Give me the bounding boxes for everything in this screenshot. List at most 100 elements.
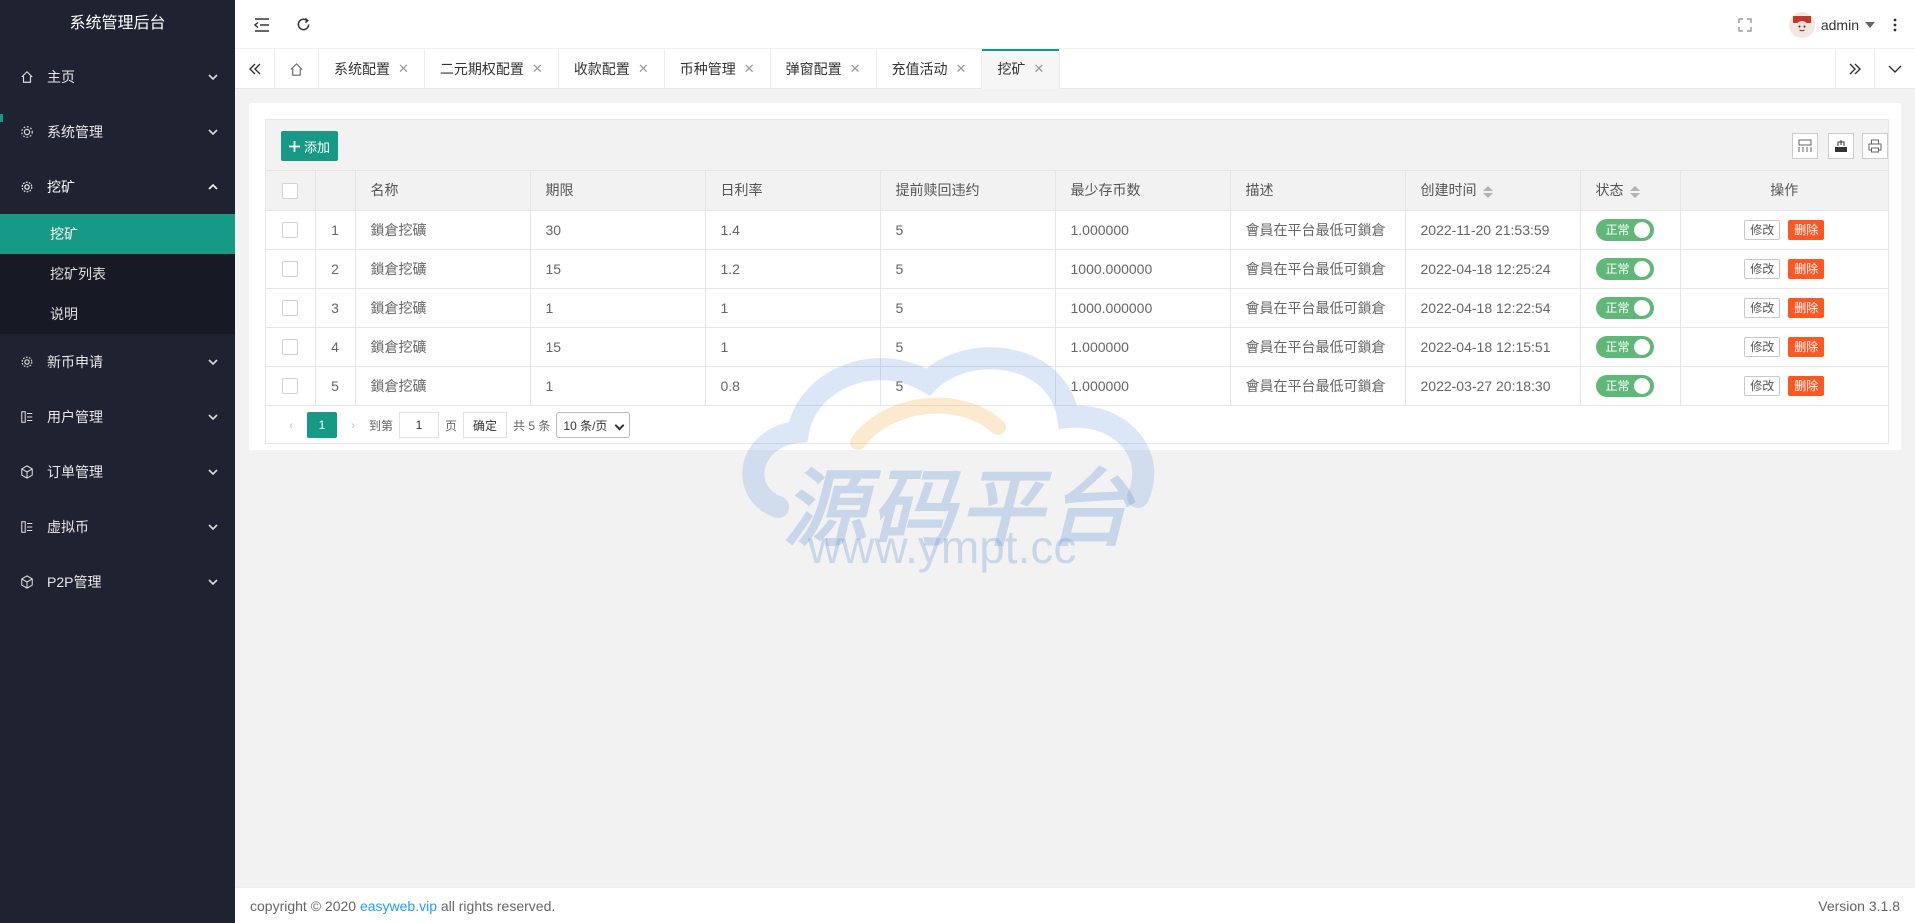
tab-coin-management[interactable]: 币种管理 ✕	[665, 49, 771, 89]
add-button[interactable]: 添加	[281, 131, 339, 161]
status-toggle[interactable]: 正常	[1595, 335, 1654, 358]
table-card: 添加 名称 期限 日利率 提前赎回违约 最少存币数 描述 创建时间 状态 操作 …	[249, 103, 1901, 450]
row-checkbox[interactable]	[282, 300, 299, 317]
cell-penalty: 5	[879, 366, 1056, 406]
main-content: 添加 名称 期限 日利率 提前赎回违约 最少存币数 描述 创建时间 状态 操作 …	[235, 89, 1915, 887]
col-header-created[interactable]: 创建时间	[1404, 171, 1581, 211]
delete-button[interactable]: 删除	[1788, 336, 1825, 357]
edit-button[interactable]: 修改	[1744, 219, 1781, 240]
delete-button[interactable]: 删除	[1788, 375, 1825, 396]
edit-button[interactable]: 修改	[1744, 375, 1781, 396]
sort-icon[interactable]	[1629, 185, 1640, 199]
table-toolbar: 添加	[266, 120, 1888, 171]
close-icon[interactable]: ✕	[956, 61, 967, 77]
sidebar-item-mining[interactable]: 挖矿	[0, 159, 235, 214]
export-button[interactable]	[1828, 133, 1854, 159]
close-icon[interactable]: ✕	[850, 61, 861, 77]
watermark-text: 源码平台	[783, 460, 1136, 558]
row-checkbox[interactable]	[282, 261, 299, 278]
delete-button[interactable]: 删除	[1788, 258, 1825, 279]
tab-home[interactable]	[275, 49, 319, 89]
tab-payment-config[interactable]: 收款配置 ✕	[559, 49, 665, 89]
sidebar-item-orders[interactable]: 订单管理	[0, 444, 235, 499]
tab-mining[interactable]: 挖矿 ✕	[982, 49, 1061, 89]
tabs-scroll-left-button[interactable]	[235, 49, 275, 89]
more-button[interactable]	[1875, 0, 1915, 49]
goto-confirm-button[interactable]: 确定	[463, 412, 508, 438]
sidebar-subitem-mining-list[interactable]: 挖矿列表	[0, 254, 235, 294]
status-label: 正常	[1605, 340, 1630, 354]
status-toggle[interactable]: 正常	[1595, 218, 1654, 241]
tab-recharge-activity[interactable]: 充值活动 ✕	[877, 49, 983, 89]
add-button-label: 添加	[304, 139, 331, 155]
status-toggle[interactable]: 正常	[1595, 296, 1654, 319]
row-index: 3	[314, 288, 356, 328]
row-checkbox[interactable]	[282, 339, 299, 356]
close-icon[interactable]: ✕	[638, 61, 649, 77]
cell-min: 1.000000	[1054, 366, 1231, 406]
status-toggle[interactable]: 正常	[1595, 257, 1654, 280]
delete-button[interactable]: 删除	[1788, 219, 1825, 240]
row-checkbox[interactable]	[282, 222, 299, 239]
sidebar-subitem-explain[interactable]: 说明	[0, 294, 235, 334]
cell-name: 鎖倉挖礦	[354, 249, 531, 289]
cell-min: 1000.000000	[1054, 288, 1231, 328]
col-header-rate: 日利率	[704, 171, 881, 211]
chevron-up-icon	[208, 183, 218, 190]
footer-link[interactable]: easyweb.vip	[360, 898, 437, 914]
edit-button[interactable]: 修改	[1744, 297, 1781, 318]
sidebar-item-label: P2P管理	[47, 573, 102, 590]
edit-button[interactable]: 修改	[1744, 258, 1781, 279]
sidebar-item-users[interactable]: 用户管理	[0, 389, 235, 444]
close-icon[interactable]: ✕	[398, 61, 409, 77]
close-icon[interactable]: ✕	[532, 61, 543, 77]
fullscreen-icon	[1738, 17, 1752, 32]
tab-label: 二元期权配置	[439, 61, 524, 77]
next-page-button[interactable]: ›	[343, 418, 363, 432]
sidebar-item-system[interactable]: 系统管理	[0, 104, 235, 159]
prev-page-button[interactable]: ‹	[281, 418, 301, 432]
sidebar-item-p2p[interactable]: P2P管理	[0, 554, 235, 609]
row-select-cell	[266, 366, 316, 406]
col-header-desc: 描述	[1229, 171, 1406, 211]
fullscreen-button[interactable]	[1725, 0, 1765, 49]
print-button[interactable]	[1862, 133, 1888, 159]
col-header-min: 最少存币数	[1054, 171, 1231, 211]
row-checkbox[interactable]	[282, 378, 299, 395]
delete-button[interactable]: 删除	[1788, 297, 1825, 318]
sidebar-item-home[interactable]: 主页	[0, 49, 235, 104]
sidebar-item-virtual-coin[interactable]: 虚拟币	[0, 499, 235, 554]
sidebar: 系统管理后台 主页 系统管理 挖矿 挖矿 挖矿列表 说明 新币申请 用户管理 订…	[0, 0, 235, 923]
tab-label: 挖矿	[997, 61, 1026, 77]
close-icon[interactable]: ✕	[1033, 61, 1044, 77]
row-index: 4	[314, 327, 356, 367]
edit-button[interactable]: 修改	[1744, 336, 1781, 357]
tab-label: 弹窗配置	[785, 61, 842, 77]
cell-name: 鎖倉挖礦	[354, 210, 531, 250]
cell-term: 15	[529, 249, 706, 289]
collapse-sidebar-button[interactable]	[242, 0, 282, 49]
cell-term: 15	[529, 327, 706, 367]
toggle-knob	[1633, 221, 1650, 238]
tab-popup-config[interactable]: 弹窗配置 ✕	[771, 49, 877, 89]
tabs-scroll-right-button[interactable]	[1835, 49, 1875, 89]
sidebar-subitem-mining[interactable]: 挖矿	[0, 214, 235, 254]
cell-created: 2022-11-20 21:53:59	[1404, 210, 1581, 250]
current-page[interactable]: 1	[307, 412, 337, 438]
user-menu[interactable]: admin	[1788, 0, 1875, 49]
page-size-select[interactable]: 10 条/页	[556, 412, 631, 438]
select-all-checkbox[interactable]	[282, 182, 299, 199]
refresh-button[interactable]	[283, 0, 323, 49]
goto-page-input[interactable]	[399, 412, 440, 438]
sort-icon[interactable]	[1482, 185, 1493, 199]
close-icon[interactable]: ✕	[744, 61, 755, 77]
tab-binary-options[interactable]: 二元期权配置 ✕	[425, 49, 559, 89]
columns-filter-button[interactable]	[1792, 133, 1818, 159]
col-header-status[interactable]: 状态	[1579, 171, 1681, 211]
cell-penalty: 5	[879, 327, 1056, 367]
tabs-dropdown-button[interactable]	[1875, 49, 1915, 89]
sidebar-item-new-coin[interactable]: 新币申请	[0, 334, 235, 389]
status-toggle[interactable]: 正常	[1595, 374, 1654, 397]
cell-min: 1.000000	[1054, 327, 1231, 367]
tab-system-config[interactable]: 系统配置 ✕	[319, 49, 425, 89]
